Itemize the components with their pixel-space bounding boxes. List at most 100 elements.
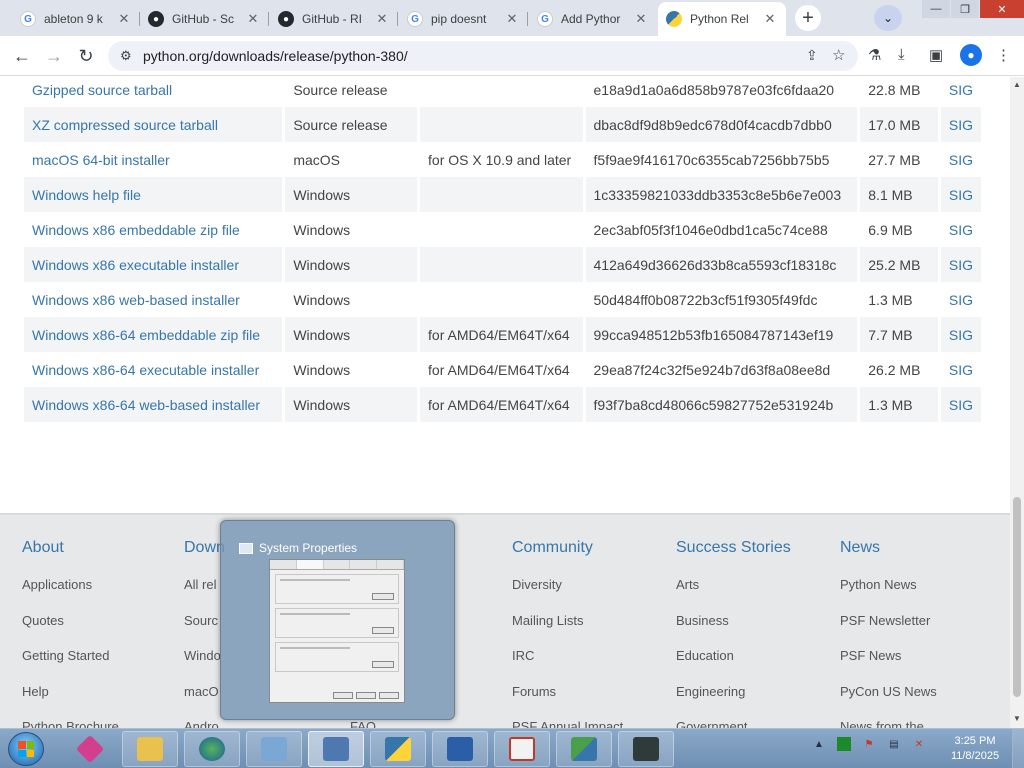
volume-muted-icon[interactable]: ✕ [912,737,926,751]
browser-tab[interactable]: ● GitHub - RI ✕ [270,4,398,34]
url-text[interactable]: python.org/downloads/release/python-380/ [143,48,408,64]
download-icon[interactable]: ⤓ [898,46,905,63]
window-thumbnail-preview[interactable]: System Properties [220,520,455,720]
show-desktop-button[interactable] [1012,729,1024,768]
footer-link[interactable]: macO [184,684,225,720]
browser-tab-active[interactable]: Python Rel ✕ [658,2,786,36]
scroll-up-icon[interactable]: ▲ [1013,80,1021,89]
python-installer-icon[interactable] [556,731,612,767]
gpg-sig-link[interactable]: SIG [939,247,985,282]
footer-link[interactable]: Arts [676,577,791,613]
close-tab-icon[interactable]: ✕ [116,11,132,27]
footer-link[interactable]: FAQ [350,719,376,728]
green-tray-icon[interactable] [837,737,851,751]
footer-heading[interactable]: Community [512,539,623,559]
footer-link[interactable]: Diversity [512,577,623,613]
gpg-sig-link[interactable]: SIG [939,107,985,142]
system-properties-icon[interactable] [308,731,364,767]
gpg-sig-link[interactable]: SIG [939,212,985,247]
footer-link[interactable]: PSF Newsletter [840,613,937,649]
footer-link[interactable]: Andro [184,719,225,728]
browser-tab[interactable]: ● GitHub - Sc ✕ [140,4,269,34]
minimize-button[interactable]: — [922,0,950,18]
download-link[interactable]: Windows help file [24,177,286,212]
snipping-tool-icon[interactable] [494,731,550,767]
download-link[interactable]: Windows x86 embeddable zip file [24,212,286,247]
clock[interactable]: 3:25 PM 11/8/2025 [940,734,1010,764]
gpg-sig-link[interactable]: SIG [939,177,985,212]
side-panel-icon[interactable]: ▣ [929,46,943,64]
footer-link[interactable]: Forums [512,684,623,720]
footer-link[interactable]: Quotes [22,613,119,649]
footer-link[interactable]: PyCon US News [840,684,937,720]
footer-heading[interactable]: Success Stories [676,539,791,559]
profile-avatar-icon[interactable]: ● [960,44,982,66]
footer-link[interactable]: Education [676,648,791,684]
footer-link[interactable]: Business [676,613,791,649]
flag-alert-icon[interactable]: ⚑ [862,737,876,751]
gpg-sig-link[interactable]: SIG [939,282,985,317]
gpg-sig-link[interactable]: SIG [939,352,985,387]
maximize-button[interactable]: ❐ [951,0,979,18]
show-hidden-icons-icon[interactable]: ▲ [812,737,826,751]
footer-link[interactable]: Help [22,684,119,720]
footer-link[interactable]: Python News [840,577,937,613]
download-link[interactable]: XZ compressed source tarball [24,107,286,142]
terminal-icon[interactable] [618,731,674,767]
download-link[interactable]: Windows x86-64 embeddable zip file [24,317,286,352]
network-icon[interactable]: ▤ [887,737,901,751]
browser-tab[interactable]: G pip doesnt ✕ [399,4,528,34]
footer-link[interactable]: Sourc [184,613,225,649]
gpg-sig-link[interactable]: SIG [939,317,985,352]
footer-link[interactable]: Python Brochure [22,719,119,728]
site-info-icon[interactable]: ⚙ [120,48,132,64]
footer-link[interactable]: Mailing Lists [512,613,623,649]
footer-link[interactable]: Engineering [676,684,791,720]
scroll-down-icon[interactable]: ▼ [1013,714,1021,723]
footer-heading[interactable]: About [22,539,119,559]
close-tab-icon[interactable]: ✕ [245,11,261,27]
footer-heading[interactable]: News [840,539,937,559]
footer-link[interactable]: PSF Annual Impact [512,719,623,728]
start-button[interactable] [8,732,44,766]
new-tab-button[interactable]: + [795,5,821,31]
close-tab-icon[interactable]: ✕ [633,11,649,27]
close-tab-icon[interactable]: ✕ [762,11,778,27]
menu-icon[interactable]: ⋮ [996,46,1011,64]
download-link[interactable]: Windows x86 executable installer [24,247,286,282]
python-icon[interactable] [370,731,426,767]
reload-button[interactable]: ↻ [74,44,98,68]
powershell-icon[interactable] [432,731,488,767]
close-tab-icon[interactable]: ✕ [374,11,390,27]
footer-link[interactable]: Government [676,719,791,728]
download-link[interactable]: Windows x86-64 web-based installer [24,387,286,422]
extension-icon[interactable]: ⚗ [868,46,881,64]
network-globe-icon[interactable] [184,731,240,767]
file-explorer-icon[interactable] [122,731,178,767]
footer-heading[interactable]: Down [184,539,225,559]
footer-link[interactable]: Getting Started [22,648,119,684]
vertical-scrollbar[interactable]: ▲ ▼ [1010,77,1024,728]
close-window-button[interactable]: ✕ [980,0,1024,18]
browser-tab[interactable]: G Add Pythor ✕ [529,4,657,34]
forward-button[interactable]: → [42,44,66,68]
scrollbar-thumb[interactable] [1013,497,1021,697]
footer-link[interactable]: All rel [184,577,225,613]
gpg-sig-link[interactable]: SIG [939,77,985,107]
footer-link[interactable]: Applications [22,577,119,613]
back-button[interactable]: ← [10,44,34,68]
close-tab-icon[interactable]: ✕ [504,11,520,27]
pink-app-icon[interactable] [62,731,118,767]
address-bar[interactable]: ⚙ python.org/downloads/release/python-38… [108,41,858,71]
tab-search-button[interactable]: ⌄ [874,5,902,31]
bookmark-star-icon[interactable]: ☆ [832,46,845,64]
footer-link[interactable]: PSF News [840,648,937,684]
download-link[interactable]: Windows x86 web-based installer [24,282,286,317]
control-panel-icon[interactable] [246,731,302,767]
footer-link[interactable]: News from the [840,719,937,728]
footer-link[interactable]: IRC [512,648,623,684]
download-link[interactable]: Gzipped source tarball [24,77,286,107]
footer-link[interactable]: Windo [184,648,225,684]
gpg-sig-link[interactable]: SIG [939,387,985,422]
share-icon[interactable]: ⇪ [806,47,818,64]
